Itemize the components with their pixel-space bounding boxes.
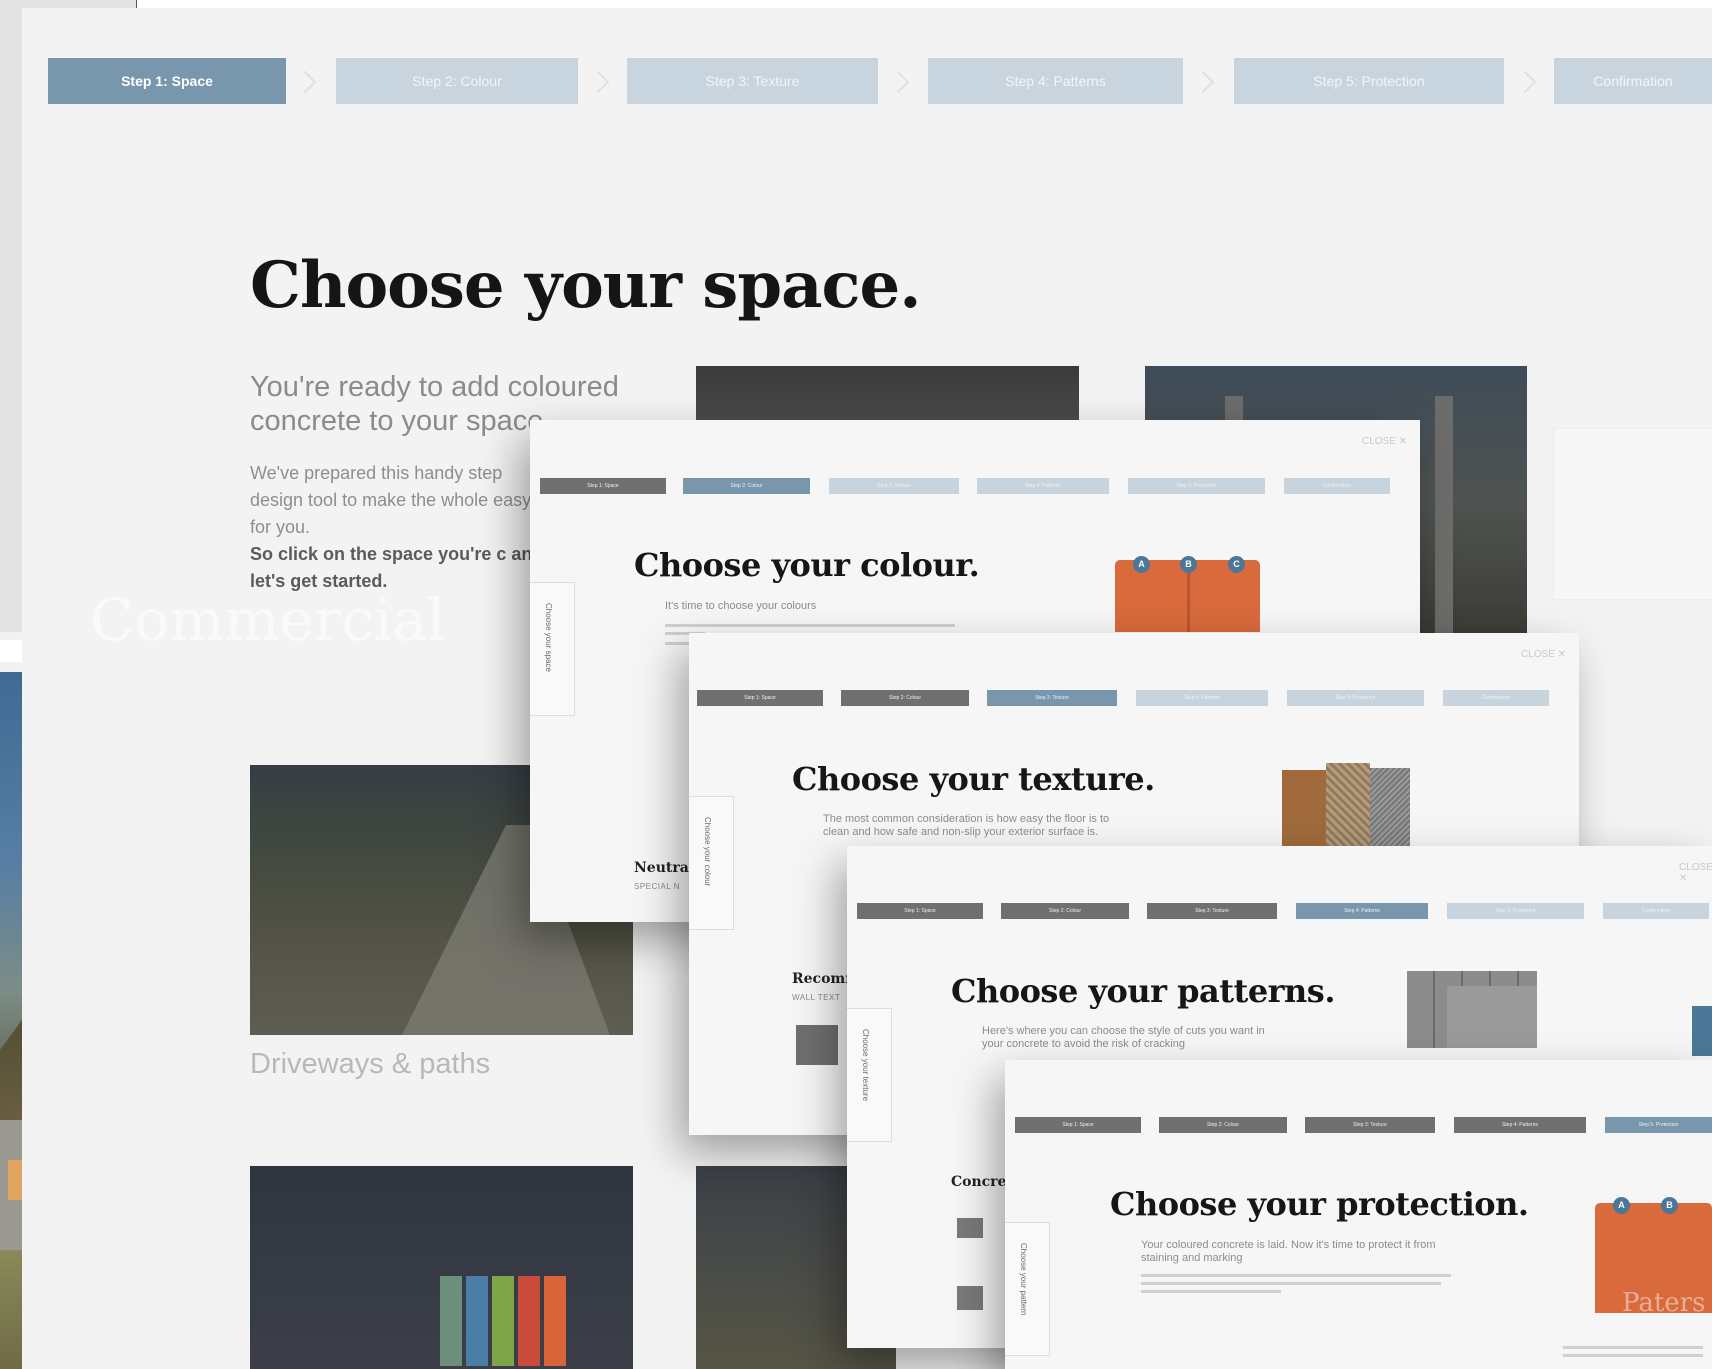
- patterns-step-2[interactable]: Step 2: Colour: [1001, 903, 1129, 919]
- protection-modal: Step 1: Space Step 2: Colour Step 3: Tex…: [1005, 1060, 1712, 1369]
- space-card-image[interactable]: [696, 366, 1079, 426]
- texture-step-2[interactable]: Step 2: Colour: [841, 690, 969, 706]
- option-b-marker[interactable]: B: [1180, 556, 1197, 573]
- choose-texture-side-tab[interactable]: Choose your texture: [847, 1008, 892, 1142]
- patterns-step-4[interactable]: Step 4: Patterns: [1296, 903, 1428, 919]
- texture-step-5[interactable]: Step 5: Protection: [1287, 690, 1424, 706]
- concrete-heading: Concret: [951, 1174, 1013, 1190]
- option-a-marker[interactable]: A: [1613, 1197, 1630, 1214]
- chevron-right-icon: [293, 70, 317, 94]
- pattern-thumb[interactable]: [957, 1218, 983, 1238]
- step-3-tab[interactable]: Step 3: Texture: [627, 58, 878, 104]
- choose-space-side-tab[interactable]: Choose your space: [530, 582, 575, 716]
- colour-title: Choose your colour.: [634, 546, 980, 584]
- step-5-tab[interactable]: Step 5: Protection: [1234, 58, 1504, 104]
- choose-pattern-side-tab[interactable]: Choose your pattern: [1005, 1222, 1050, 1356]
- patterns-title: Choose your patterns.: [951, 972, 1335, 1010]
- step-1-tab[interactable]: Step 1: Space: [48, 58, 286, 104]
- neutral-subtitle: SPECIAL N: [634, 882, 680, 891]
- close-icon[interactable]: CLOSE ✕: [1679, 862, 1712, 884]
- driveways-label[interactable]: Driveways & paths: [250, 1048, 490, 1081]
- recommended-subtitle: WALL TEXT: [792, 993, 841, 1002]
- patterns-step-3[interactable]: Step 3: Texture: [1147, 903, 1277, 919]
- chevron-right-icon: [1513, 70, 1537, 94]
- neutral-heading: Neutral: [634, 860, 695, 876]
- patterns-lead: Here's where you can choose the style of…: [982, 1025, 1265, 1050]
- chevron-right-icon: [886, 70, 910, 94]
- page-description: We've prepared this handy step design to…: [250, 463, 532, 537]
- texture-sample-grey: [1370, 768, 1410, 850]
- protection-title: Choose your protection.: [1110, 1185, 1529, 1223]
- texture-step-3[interactable]: Step 3: Texture: [987, 690, 1117, 706]
- texture-step-1[interactable]: Step 1: Space: [697, 690, 823, 706]
- close-icon[interactable]: CLOSE ✕: [1362, 436, 1407, 447]
- colour-step-2[interactable]: Step 2: Colour: [683, 478, 810, 494]
- step-4-tab[interactable]: Step 4: Patterns: [928, 58, 1183, 104]
- pattern-sample-top: [1447, 986, 1537, 1048]
- space-card-image[interactable]: [250, 1166, 633, 1369]
- patterns-step-1[interactable]: Step 1: Space: [857, 903, 983, 919]
- patterns-step-6[interactable]: Confirmation: [1603, 903, 1709, 919]
- option-a-marker[interactable]: A: [1133, 556, 1150, 573]
- watermark-text: Paters: [1622, 1288, 1706, 1318]
- texture-sample-aggregate: [1326, 763, 1370, 850]
- protection-lead: Your coloured concrete is laid. Now it's…: [1141, 1239, 1436, 1264]
- commercial-label: Commercial: [90, 586, 446, 654]
- colour-step-1[interactable]: Step 1: Space: [540, 478, 666, 494]
- protection-step-3[interactable]: Step 3: Texture: [1305, 1117, 1435, 1133]
- pattern-thumb[interactable]: [957, 1286, 983, 1310]
- step-2-tab[interactable]: Step 2: Colour: [336, 58, 578, 104]
- texture-sample-brown: [1282, 770, 1326, 850]
- texture-step-6[interactable]: Confirmation: [1443, 690, 1549, 706]
- option-b-marker[interactable]: B: [1661, 1197, 1678, 1214]
- colour-step-5[interactable]: Step 5: Protection: [1128, 478, 1265, 494]
- confirmation-tab[interactable]: Confirmation: [1554, 58, 1712, 104]
- choose-colour-side-tab[interactable]: Choose your colour: [689, 796, 734, 930]
- texture-thumb[interactable]: [796, 1025, 838, 1065]
- colour-step-4[interactable]: Step 4: Patterns: [977, 478, 1109, 494]
- patterns-step-5[interactable]: Step 5: Protection: [1447, 903, 1584, 919]
- protection-step-1[interactable]: Step 1: Space: [1015, 1117, 1141, 1133]
- colour-step-3[interactable]: Step 3: Texture: [829, 478, 959, 494]
- chevron-right-icon: [1191, 70, 1215, 94]
- protection-step-5[interactable]: Step 5: Protection: [1605, 1117, 1712, 1133]
- texture-lead: The most common consideration is how eas…: [823, 813, 1110, 838]
- partial-side-tab[interactable]: [1692, 1006, 1712, 1056]
- chevron-right-icon: [586, 70, 610, 94]
- option-c-marker[interactable]: C: [1228, 556, 1245, 573]
- colour-step-6[interactable]: Confirmation: [1284, 478, 1390, 494]
- colour-lead: It's time to choose your colours: [665, 600, 817, 612]
- protection-step-4[interactable]: Step 4: Patterns: [1454, 1117, 1586, 1133]
- close-icon[interactable]: CLOSE ✕: [1521, 649, 1566, 660]
- page-title: Choose your space.: [250, 248, 921, 323]
- texture-title: Choose your texture.: [792, 760, 1155, 798]
- texture-step-4[interactable]: Step 4: Patterns: [1136, 690, 1268, 706]
- space-card-partial: [1553, 428, 1712, 600]
- protection-step-2[interactable]: Step 2: Colour: [1159, 1117, 1287, 1133]
